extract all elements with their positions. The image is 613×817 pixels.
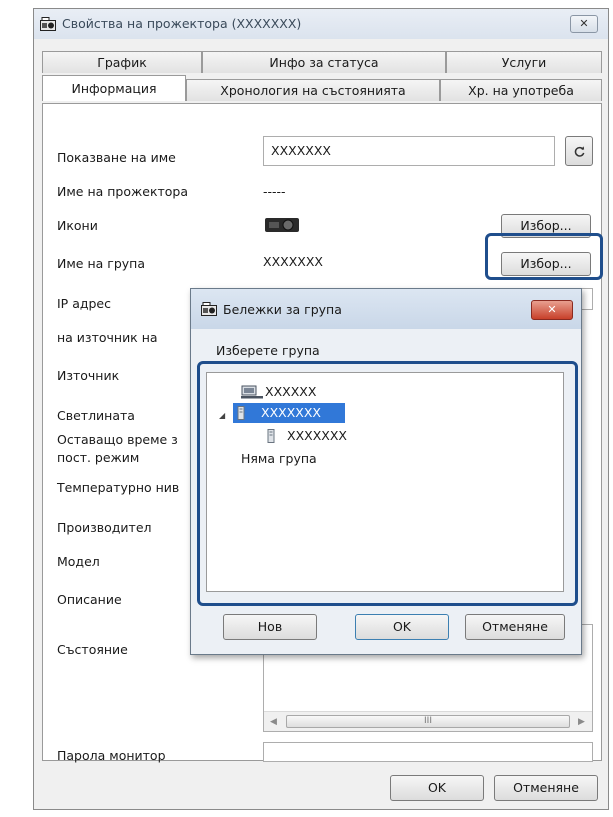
display-name-label: Показване на име (57, 150, 176, 165)
ip-address-label: IP адрес (57, 296, 111, 311)
dialog-app-icon (201, 302, 217, 316)
dialog-title: Бележки за група (223, 302, 342, 317)
group-name-value: XXXXXXX (263, 254, 323, 269)
tab-information[interactable]: Информация (42, 75, 186, 101)
tab-services[interactable]: Услуги (446, 51, 602, 73)
scroll-left-arrow-icon[interactable]: ◀ (270, 714, 277, 730)
window-close-button[interactable]: ✕ (570, 15, 598, 33)
tab-status-history[interactable]: Хронология на състоянията (186, 79, 440, 101)
display-name-field[interactable]: XXXXXXX (263, 136, 555, 166)
scrollbar-thumb[interactable]: III (286, 715, 570, 728)
dialog-title-bar[interactable]: Бележки за група ✕ (191, 289, 581, 329)
projector-name-value: ----- (263, 184, 286, 199)
group-select-highlight (485, 233, 603, 280)
remaining-time-label-line1: Оставащо време з (57, 432, 178, 447)
ok-button[interactable]: OK (390, 775, 484, 801)
icons-label: Икони (57, 218, 98, 233)
brightness-label: Светлината (57, 408, 135, 423)
scroll-right-arrow-icon[interactable]: ▶ (578, 714, 585, 730)
status-label: Състояние (57, 642, 128, 657)
window-title: Свойства на прожектора (XXXXXXX) (62, 16, 302, 31)
tab-schedule[interactable]: График (42, 51, 202, 73)
refresh-button[interactable] (565, 136, 593, 166)
tab-status-info[interactable]: Инфо за статуса (202, 51, 446, 73)
model-label: Модел (57, 554, 100, 569)
cancel-button[interactable]: Отменяне (494, 775, 598, 801)
group-name-label: Име на група (57, 256, 145, 271)
monitor-password-label: Парола монитор (57, 748, 166, 763)
dialog-cancel-button[interactable]: Отменяне (465, 614, 565, 640)
projector-name-label: Име на прожектора (57, 184, 189, 199)
description-label: Описание (57, 592, 122, 607)
remaining-time-label-line2: пост. режим (57, 450, 140, 465)
select-group-prompt: Изберете група (216, 343, 320, 358)
manufacturer-label: Производител (57, 520, 152, 535)
scrollbar-grip-icon: III (424, 716, 432, 726)
dialog-ok-button[interactable]: OK (355, 614, 449, 640)
refresh-icon (574, 146, 584, 157)
new-group-button[interactable]: Нов (223, 614, 317, 640)
dialog-close-button[interactable]: ✕ (531, 300, 573, 320)
monitor-password-field[interactable] (263, 742, 593, 762)
projector-app-icon (40, 17, 56, 31)
title-bar[interactable]: Свойства на прожектора (XXXXXXX) ✕ (34, 9, 608, 39)
group-tree-highlight (197, 361, 578, 606)
dialog-close-icon: ✕ (547, 303, 557, 316)
source-label: Източник (57, 368, 120, 383)
close-icon: ✕ (579, 17, 589, 30)
display-name-value: XXXXXXX (271, 143, 331, 158)
source-name-label: на източник на (57, 330, 158, 345)
horizontal-scrollbar[interactable]: ◀ III ▶ (264, 711, 592, 731)
projector-icon (265, 218, 299, 232)
temperature-label: Температурно нив (57, 480, 180, 495)
tab-usage-history[interactable]: Хр. на употреба (440, 79, 602, 101)
